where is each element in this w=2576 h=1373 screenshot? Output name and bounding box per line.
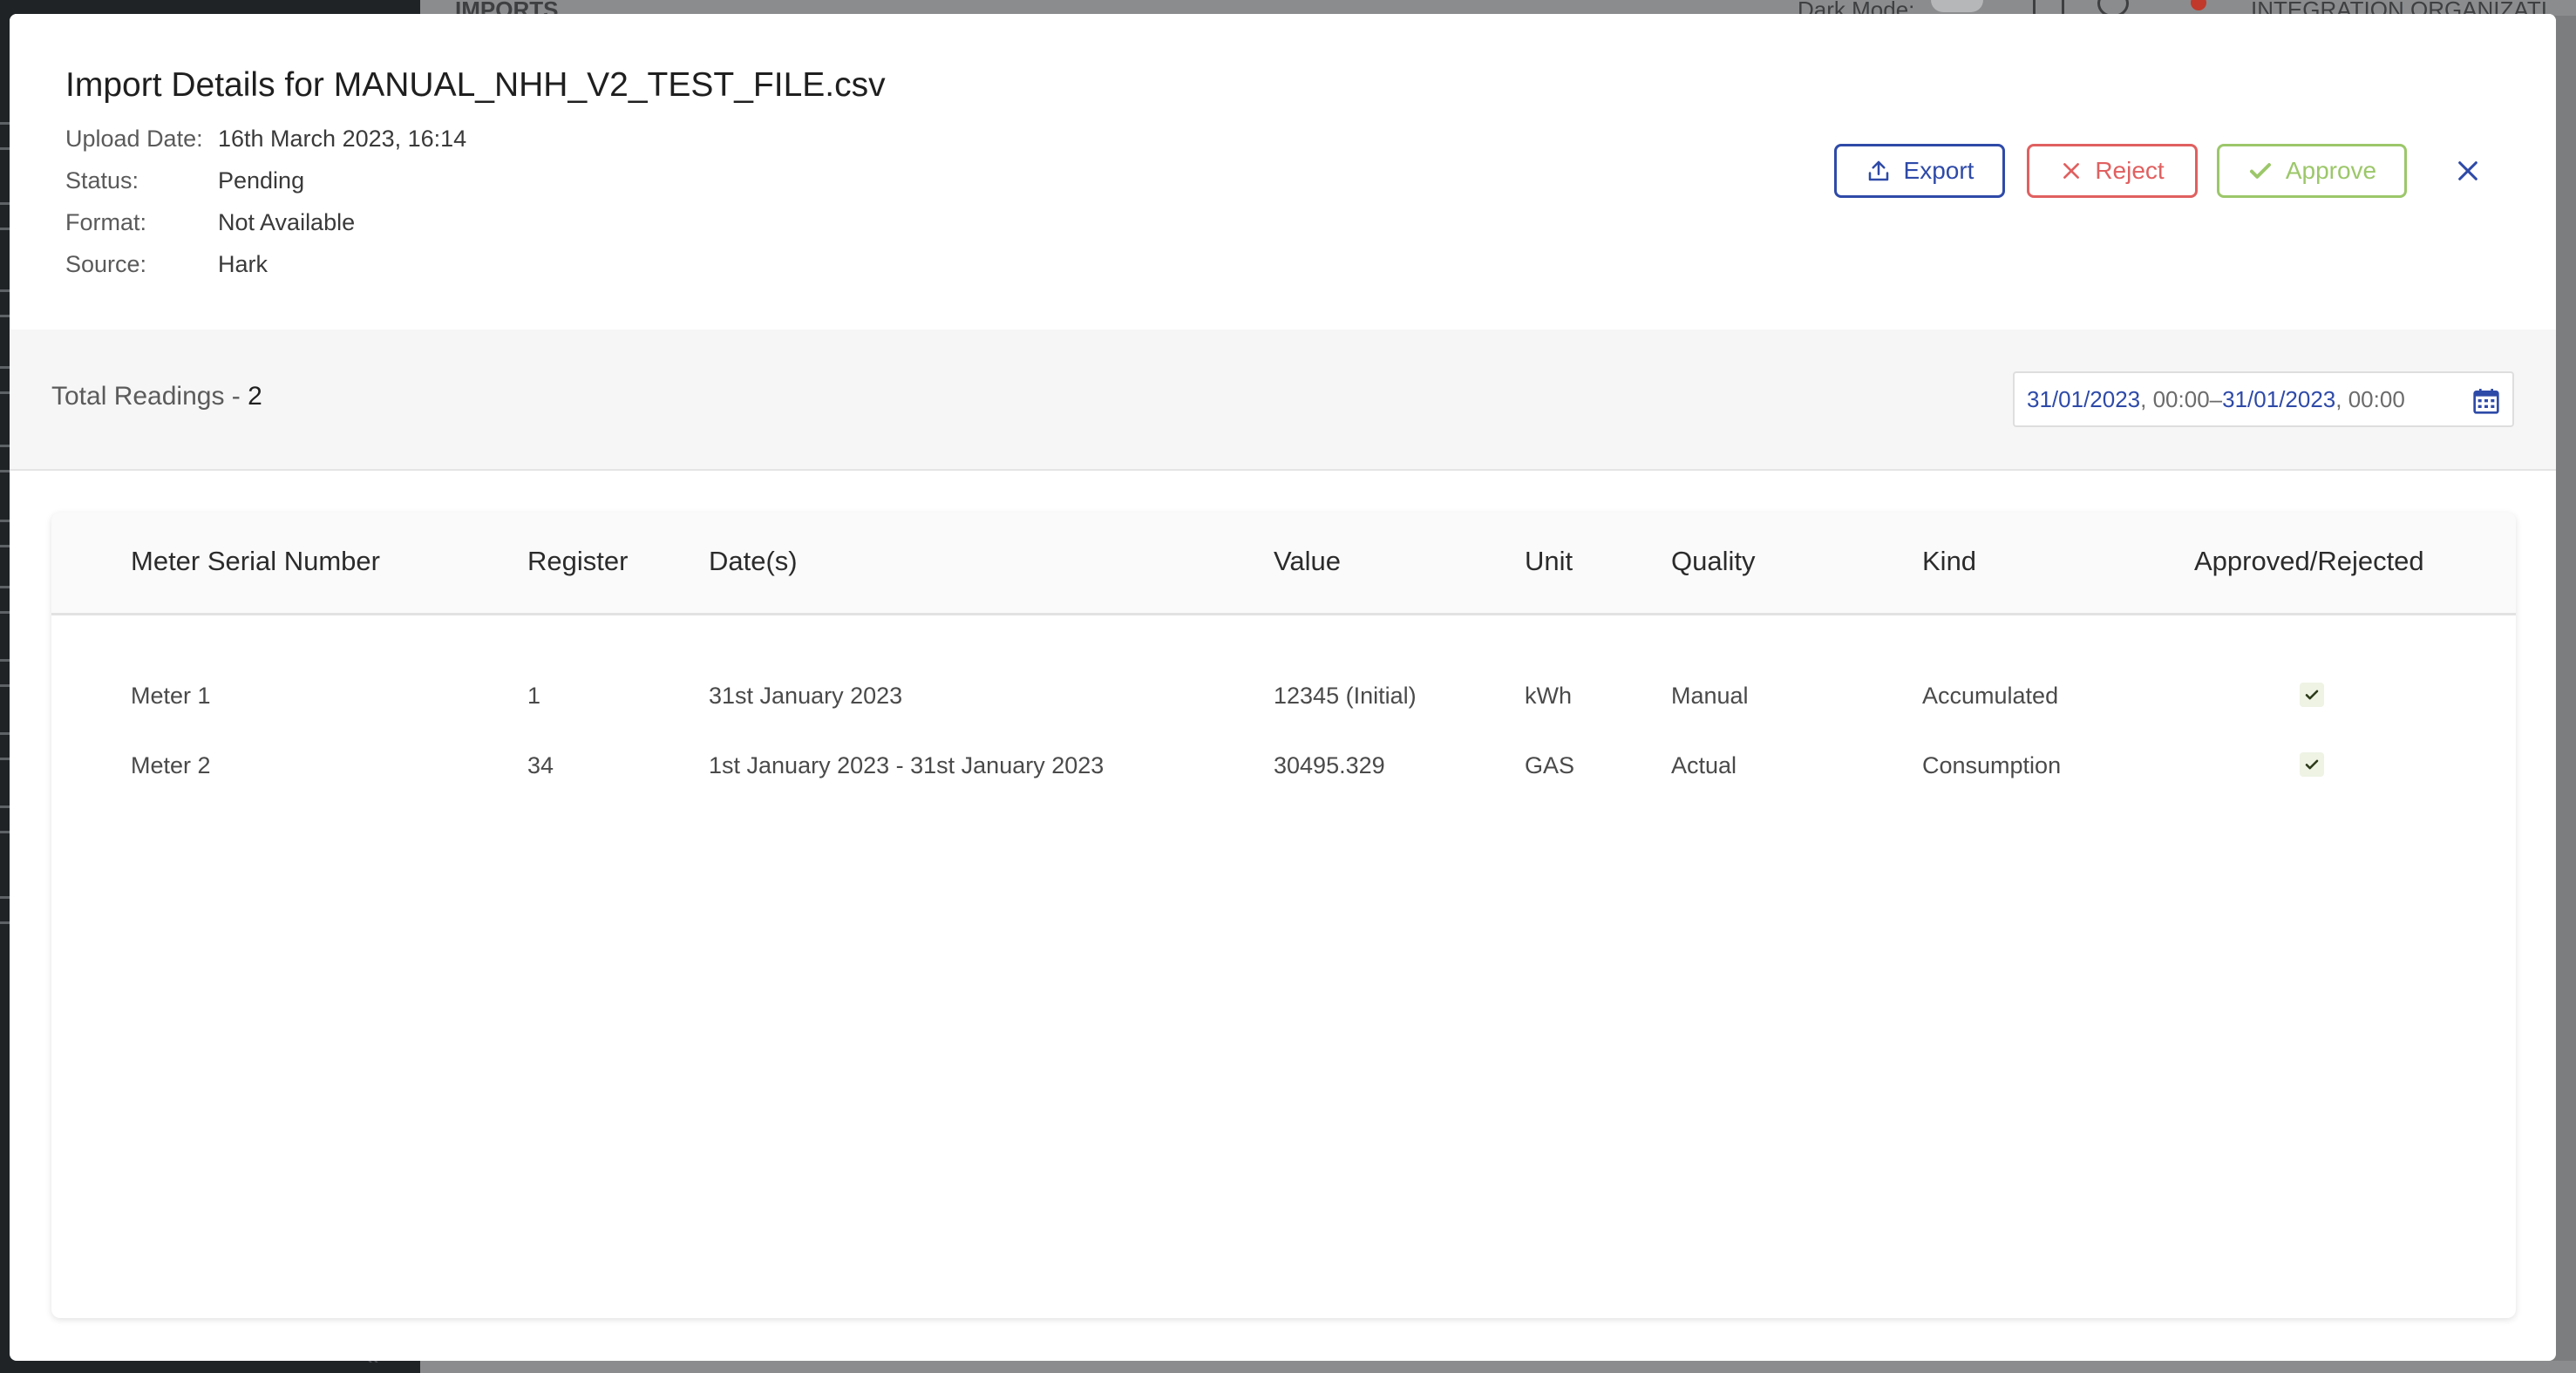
cell-quality: Actual [1671, 752, 1737, 778]
date-range-separator: – [2209, 385, 2223, 412]
export-label: Export [1903, 157, 1974, 184]
meta-source: Source: Hark [65, 243, 466, 285]
cell-value: 12345 (Initial) [1274, 683, 1417, 709]
cell-unit: kWh [1525, 683, 1572, 709]
notification-icon [2191, 0, 2206, 10]
meta-value: Hark [218, 250, 268, 277]
cell-kind: Accumulated [1922, 683, 2059, 709]
approve-label: Approve [2285, 157, 2377, 184]
check-icon [2305, 759, 2319, 770]
meta-label: Upload Date: [65, 125, 203, 152]
date-range-picker[interactable]: 31/01/2023, 00:00 – 31/01/2023, 00:00 [2013, 371, 2514, 427]
start-time[interactable]: , 00:00 [2140, 386, 2210, 413]
cell-register: 1 [527, 683, 541, 709]
cell-dates: 31st January 2023 [709, 683, 903, 709]
meta-value: Pending [218, 167, 305, 194]
x-icon [2063, 163, 2080, 179]
column-header-quality[interactable]: Quality [1671, 546, 1755, 577]
close-icon [2458, 161, 2477, 180]
dark-mode-toggle [1931, 0, 1983, 12]
check-icon [2249, 163, 2271, 179]
app-footer [420, 1361, 2576, 1373]
approve-button[interactable]: Approve [2217, 144, 2407, 198]
cell-meter: Meter 2 [131, 752, 211, 778]
table-row: Meter 1 1 31st January 2023 12345 (Initi… [51, 660, 2516, 730]
cell-value: 30495.329 [1274, 752, 1385, 778]
table-row: Meter 2 34 1st January 2023 - 31st Janua… [51, 730, 2516, 799]
cell-dates: 1st January 2023 - 31st January 2023 [709, 752, 1104, 778]
cell-register: 34 [527, 752, 554, 778]
end-date[interactable]: 31/01/2023 [2222, 386, 2335, 413]
meta-label: Format: [65, 208, 147, 235]
readings-toolbar: Total Readings - 2 31/01/2023, 00:00 – 3… [10, 330, 2556, 471]
cell-quality: Manual [1671, 683, 1749, 709]
column-header-approved-rejected[interactable]: Approved/Rejected [2194, 546, 2424, 577]
start-date[interactable]: 31/01/2023 [2027, 386, 2140, 413]
cell-unit: GAS [1525, 752, 1575, 778]
calendar-icon[interactable] [2472, 387, 2500, 415]
upload-icon [1868, 160, 1888, 181]
close-button[interactable] [2450, 153, 2485, 188]
table-header: Meter Serial Number Register Date(s) Val… [51, 513, 2516, 615]
column-header-register[interactable]: Register [527, 546, 628, 577]
meta-value: 16th March 2023, 16:14 [218, 125, 467, 152]
cell-kind: Consumption [1922, 752, 2062, 778]
total-readings-label: Total Readings - [51, 382, 248, 411]
reject-label: Reject [2095, 157, 2165, 184]
total-readings: Total Readings - 2 [51, 382, 262, 411]
column-header-value[interactable]: Value [1274, 546, 1341, 577]
cell-meter: Meter 1 [131, 683, 211, 709]
modal-title: Import Details for MANUAL_NHH_V2_TEST_FI… [65, 66, 886, 104]
meta-label: Status: [65, 167, 139, 194]
reject-button[interactable]: Reject [2027, 144, 2198, 198]
total-readings-count: 2 [248, 382, 262, 411]
meta-value: Not Available [218, 208, 356, 235]
column-header-unit[interactable]: Unit [1525, 546, 1573, 577]
end-time[interactable]: , 00:00 [2335, 386, 2405, 413]
meta-status: Status: Pending [65, 160, 466, 201]
approved-checkbox[interactable] [2300, 683, 2324, 707]
column-header-dates[interactable]: Date(s) [709, 546, 798, 577]
meta-format: Format: Not Available [65, 201, 466, 243]
meta-upload-date: Upload Date: 16th March 2023, 16:14 [65, 118, 466, 160]
import-meta: Upload Date: 16th March 2023, 16:14 Stat… [65, 118, 466, 285]
export-button[interactable]: Export [1834, 144, 2005, 198]
meta-label: Source: [65, 250, 147, 277]
readings-table: Meter Serial Number Register Date(s) Val… [51, 513, 2516, 1318]
column-header-kind[interactable]: Kind [1922, 546, 1976, 577]
column-header-meter-serial[interactable]: Meter Serial Number [131, 546, 380, 577]
import-details-modal: Import Details for MANUAL_NHH_V2_TEST_FI… [10, 14, 2556, 1361]
check-icon [2305, 690, 2319, 700]
modal-header: Import Details for MANUAL_NHH_V2_TEST_FI… [10, 14, 2556, 331]
approved-checkbox[interactable] [2300, 752, 2324, 777]
